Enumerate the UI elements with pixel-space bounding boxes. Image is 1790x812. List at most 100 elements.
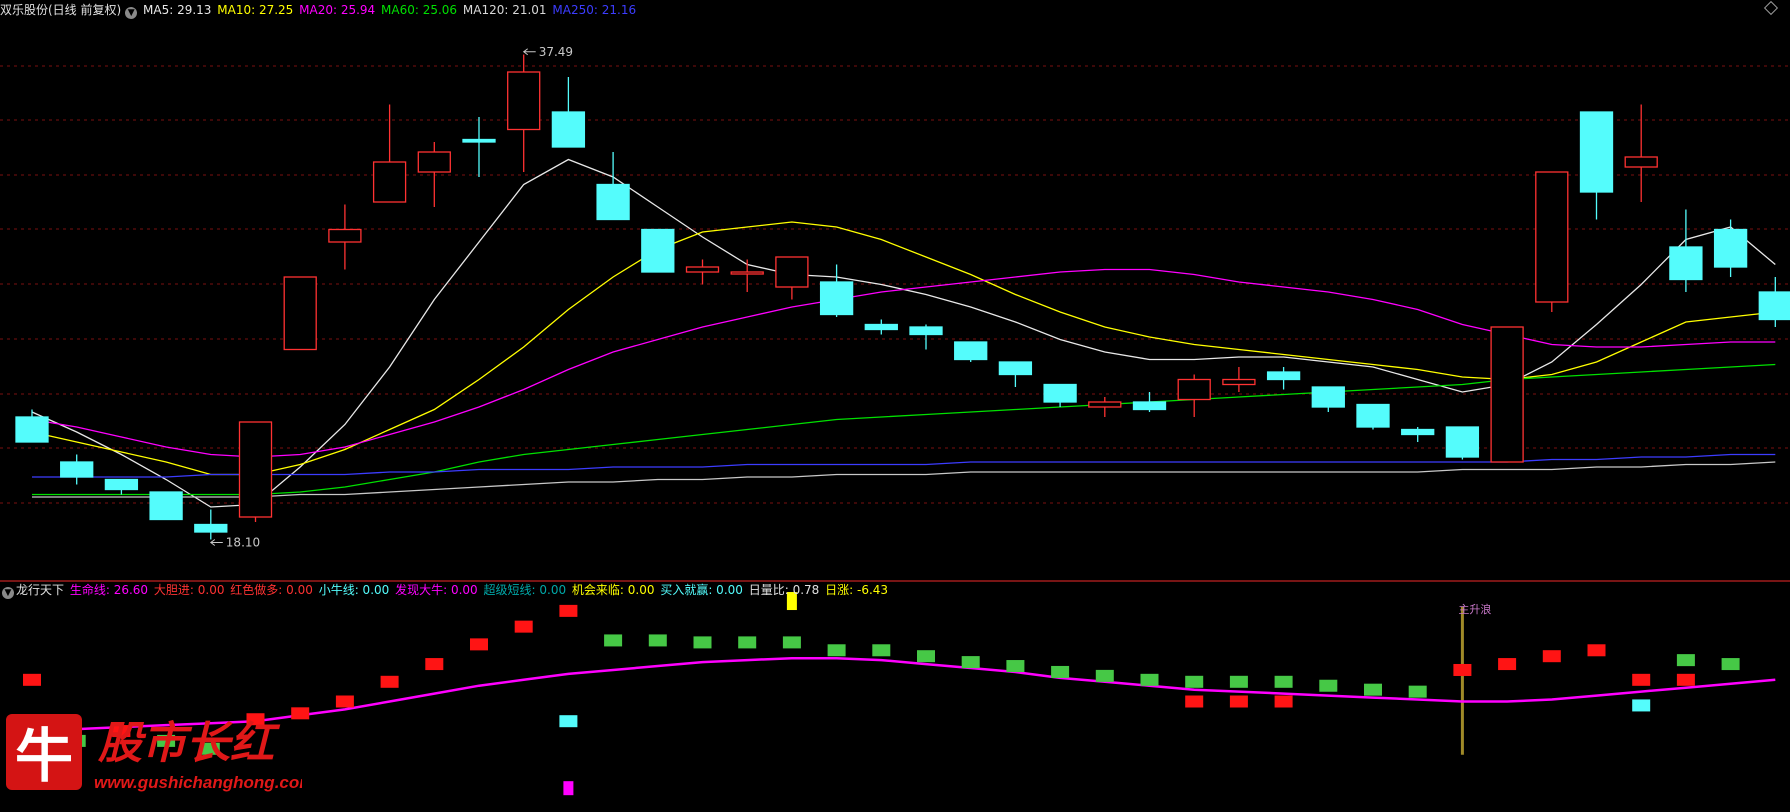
ma5-value: MA5: 29.13 — [143, 3, 212, 17]
signal-mark-red-12 — [559, 604, 578, 617]
chevron-down-icon[interactable]: ▼ — [2, 587, 14, 599]
candle-body — [641, 228, 675, 273]
signal-mark-green-19 — [782, 636, 801, 649]
signal-mark-red-30 — [1185, 695, 1204, 708]
ma120-value: MA120: 21.01 — [462, 3, 547, 17]
candle-6 — [283, 276, 317, 351]
signal-mark-cyan-43 — [1632, 699, 1651, 712]
candle-body — [551, 111, 586, 148]
candle-body — [685, 266, 720, 273]
candle-body — [864, 323, 898, 331]
candle-37 — [1669, 209, 1703, 292]
candle-26 — [1177, 374, 1211, 417]
candle-8 — [372, 104, 407, 203]
chevron-down-icon[interactable]: ▼ — [125, 7, 138, 19]
ma10-value: MA10: 27.25 — [217, 3, 294, 17]
signal-mark-green-25 — [1006, 660, 1025, 673]
signal-mark-green-15 — [604, 634, 623, 647]
candle-15 — [685, 259, 720, 285]
logo-url: www.gushichanghong.com — [94, 773, 302, 792]
candle-body — [1311, 386, 1345, 408]
signal-mark-green-37 — [1408, 685, 1427, 698]
candle-4 — [194, 509, 228, 540]
candle-24 — [1088, 397, 1122, 417]
signal-mark-green-27 — [1095, 669, 1114, 682]
main-wave-label: 主升浪 — [1458, 602, 1491, 616]
signal-mark-green-23 — [917, 650, 935, 663]
indicator-daily-change: 日涨: -6.43 — [825, 583, 889, 597]
candle-body — [1713, 228, 1748, 268]
signal-mark-red-39 — [1498, 658, 1517, 671]
signal-mark-red-8 — [380, 675, 399, 688]
signal-mark-green-16 — [648, 634, 667, 647]
candle-34 — [1535, 171, 1569, 312]
signal-mark-green-44 — [1676, 654, 1695, 667]
candle-body — [507, 71, 541, 131]
signal-mark-red-34 — [1274, 695, 1293, 708]
candle-12 — [551, 77, 586, 148]
indicator-name: 龙行天下 — [16, 583, 65, 597]
signal-mark-green-35 — [1319, 679, 1338, 692]
candle-body — [283, 276, 317, 351]
signal-mark-green-29 — [1185, 675, 1204, 688]
signal-mark-green-21 — [827, 644, 846, 657]
candle-21 — [954, 341, 988, 362]
candle-7 — [328, 204, 362, 270]
candle-body — [1535, 171, 1569, 303]
indicator-chance: 机会来临: 0.00 — [571, 583, 655, 597]
candle-body — [149, 491, 183, 521]
signal-mark-green-36 — [1364, 683, 1382, 696]
indicator-find-bull: 发现大牛: 0.00 — [395, 583, 478, 597]
candle-body — [15, 416, 49, 443]
candle-body — [1088, 401, 1122, 408]
candle-29 — [1311, 386, 1345, 412]
signal-mark-red-7 — [335, 695, 354, 708]
indicator-bull-line: 小牛线: 0.00 — [318, 583, 390, 597]
candle-body — [1445, 426, 1480, 458]
candle-17 — [775, 256, 809, 300]
candle-10 — [462, 117, 496, 177]
candle-body — [998, 361, 1033, 376]
candle-35 — [1579, 111, 1614, 220]
candle-19 — [864, 319, 898, 335]
candlesticks[interactable] — [15, 54, 1790, 540]
candle-body — [372, 161, 407, 203]
candle-22 — [998, 361, 1033, 387]
candle-31 — [1401, 427, 1435, 442]
annotation-label-0: 37.49 — [539, 45, 573, 59]
signal-mark-red-0 — [23, 673, 41, 686]
candle-18 — [819, 264, 854, 317]
candle-2 — [104, 478, 139, 495]
candle-body — [1669, 246, 1703, 281]
ma60-value: MA60: 25.06 — [381, 3, 458, 17]
candle-body — [1132, 401, 1167, 411]
candle-body — [730, 271, 764, 275]
indicator-red-long: 红色做多: 0.00 — [230, 583, 313, 597]
candle-23 — [1043, 383, 1077, 407]
site-logo: 牛 股市长红 www.gushichanghong.com — [6, 714, 302, 792]
indicator-bold: 大胆进: 0.00 — [153, 583, 225, 597]
signal-mark-red-32 — [1229, 695, 1248, 708]
candle-0 — [15, 409, 49, 443]
candle-20 — [909, 324, 943, 350]
candle-body — [1401, 428, 1435, 436]
candle-body — [1177, 378, 1211, 401]
main-chart-header: 双乐股份(日线 前复权) ▼ MA5: 29.13 MA10: 27.25 MA2… — [0, 0, 638, 20]
annotation-label-1: 18.10 — [226, 536, 260, 550]
logo-glyph: 牛 — [15, 722, 73, 790]
signal-mark-cyan-13 — [559, 715, 578, 728]
candle-body — [462, 138, 496, 143]
signal-mark-green-26 — [1051, 665, 1070, 678]
signal-mark-red-9 — [425, 658, 444, 671]
candle-body — [1624, 156, 1658, 168]
candle-body — [1222, 378, 1256, 386]
candle-body — [1356, 403, 1390, 428]
candle-body — [417, 151, 451, 173]
candle-9 — [417, 142, 451, 207]
candle-body — [775, 256, 809, 288]
indicator-buy-win: 买入就赢: 0.00 — [660, 583, 743, 597]
candle-body — [909, 326, 943, 336]
signal-mark-red-40 — [1542, 650, 1561, 663]
candle-33 — [1490, 326, 1524, 463]
candle-body — [1043, 383, 1077, 403]
